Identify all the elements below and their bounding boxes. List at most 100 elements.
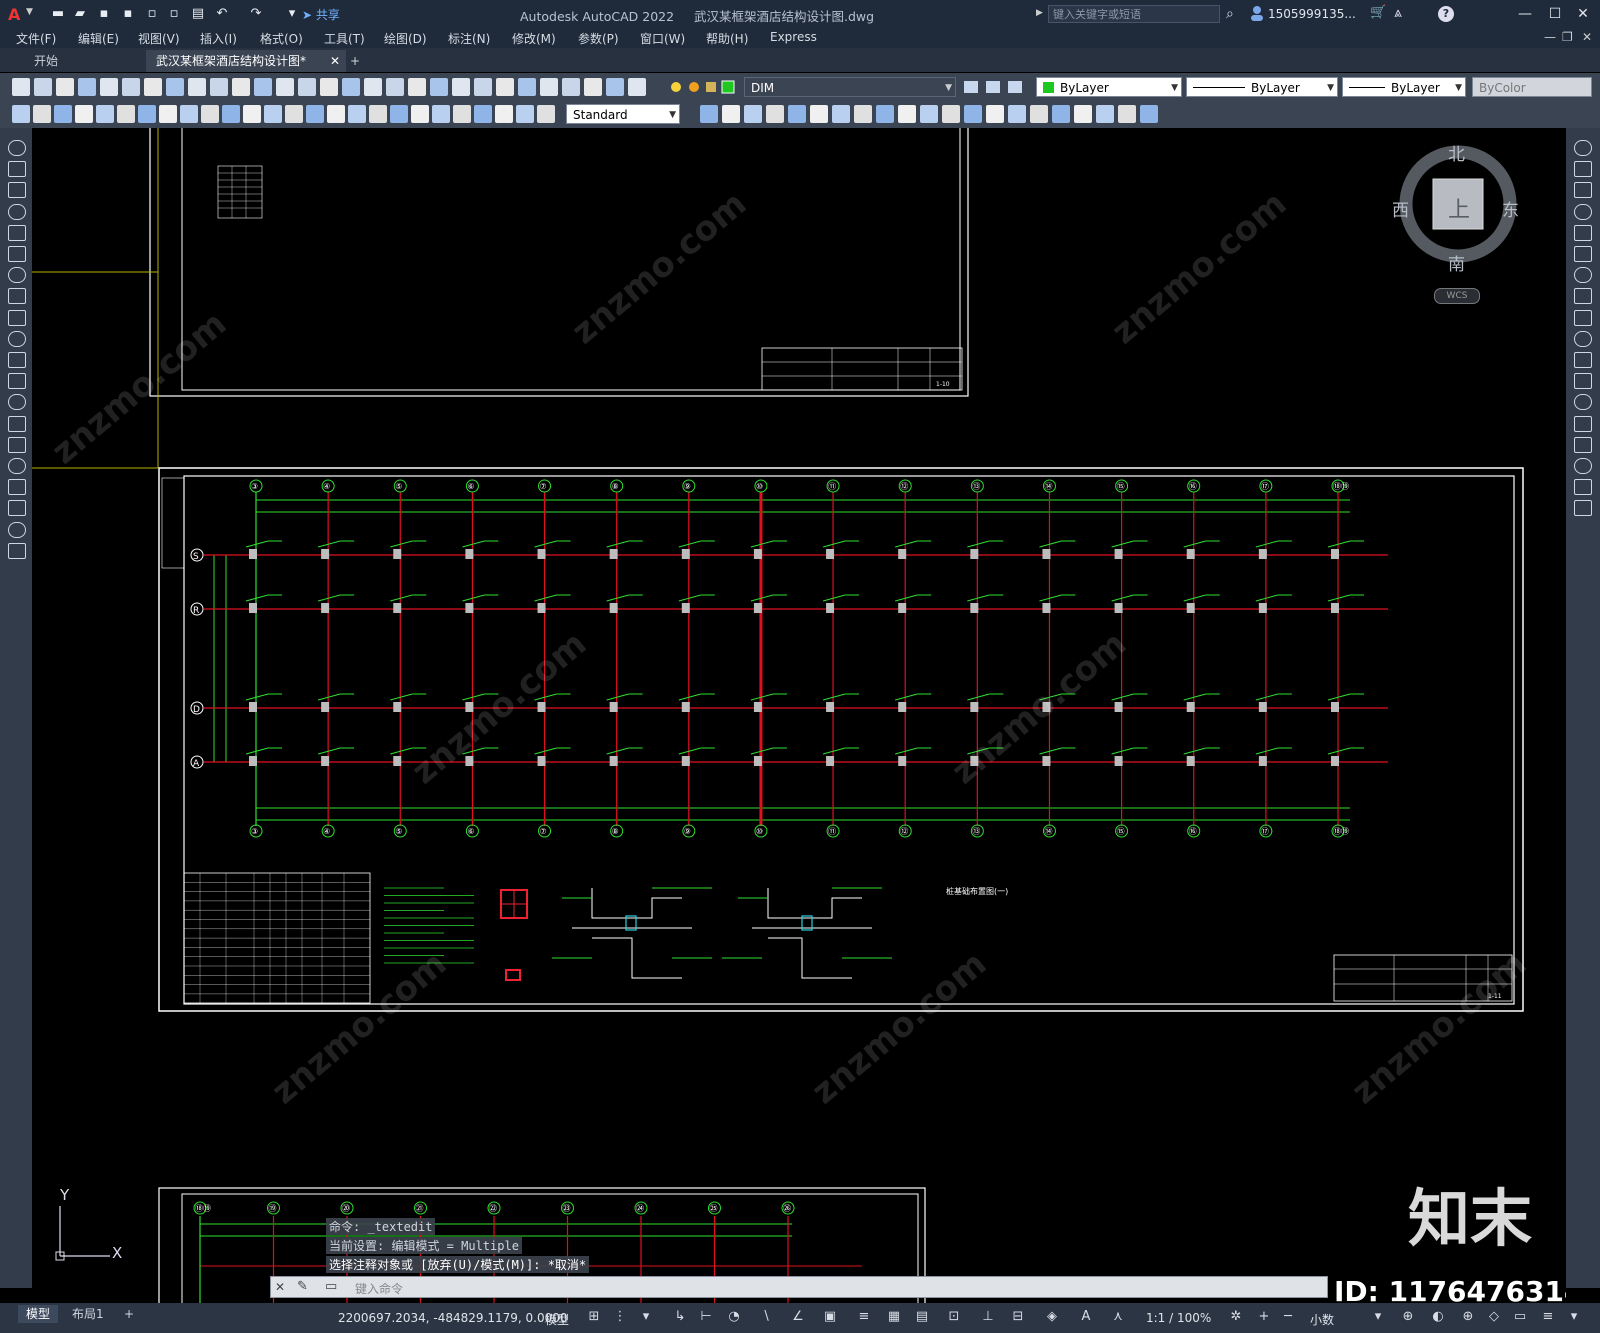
dimension-tool-icon[interactable] (986, 105, 1004, 123)
dimension-tool-icon[interactable] (474, 105, 492, 123)
standard-tool-icon[interactable] (342, 78, 360, 96)
status-toggle-icon[interactable]: ▾ (1566, 1309, 1582, 1325)
redo-icon[interactable]: ↷ (248, 6, 264, 22)
viewcube-south[interactable]: 南 (1448, 250, 1465, 275)
modify-tool-icon[interactable] (1574, 309, 1592, 326)
search-arrow[interactable]: ▶ (1036, 8, 1043, 18)
status-toggle-icon[interactable]: ⊕ (1400, 1309, 1416, 1325)
dimension-tool-icon[interactable] (369, 105, 387, 123)
standard-tool-icon[interactable] (78, 78, 96, 96)
coordinates-readout[interactable]: 2200697.2034, -484829.1179, 0.0000 (338, 1311, 568, 1325)
search-icon[interactable]: ⌕ (1226, 6, 1234, 22)
dimension-tool-icon[interactable] (348, 105, 366, 123)
dimension-tool-icon[interactable] (1052, 105, 1070, 123)
dimension-tool-icon[interactable] (453, 105, 471, 123)
menu-window[interactable]: 窗口(W) (640, 30, 685, 47)
viewcube-top[interactable]: 上 (1448, 192, 1470, 224)
standard-tool-icon[interactable] (430, 78, 448, 96)
modify-tool-icon[interactable] (1574, 182, 1592, 199)
draw-tool-icon[interactable] (8, 436, 26, 453)
undo-icon[interactable]: ↶ (214, 6, 230, 22)
dimension-tool-icon[interactable] (327, 105, 345, 123)
menu-insert[interactable]: 插入(I) (200, 30, 237, 47)
lineweight-dropdown[interactable]: ByLayer ▼ (1342, 77, 1466, 97)
modify-tool-icon[interactable] (1574, 415, 1592, 432)
dimension-tool-icon[interactable] (222, 105, 240, 123)
modify-tool-icon[interactable] (1574, 161, 1592, 178)
plot-icon[interactable]: ▤ (190, 6, 206, 22)
dimension-tool-icon[interactable] (159, 105, 177, 123)
standard-tool-icon[interactable] (628, 78, 646, 96)
layer-tools-icons[interactable] (962, 78, 1032, 96)
dimension-tool-icon[interactable] (537, 105, 555, 123)
status-toggle-icon[interactable]: ◐ (1430, 1309, 1446, 1325)
standard-tool-icon[interactable] (56, 78, 74, 96)
viewcube-east[interactable]: 东 (1502, 196, 1519, 221)
tab-close-icon[interactable]: ✕ (330, 50, 340, 72)
draw-tool-icon[interactable] (8, 309, 26, 326)
modify-tool-icon[interactable] (1574, 246, 1592, 262)
standard-tool-icon[interactable] (452, 78, 470, 96)
maximize-icon[interactable]: ☐ (1544, 4, 1566, 24)
new-icon[interactable]: ▬ (50, 6, 66, 22)
standard-tool-icon[interactable] (606, 78, 624, 96)
add-layout-button[interactable]: + (116, 1305, 142, 1323)
status-toggle-icon[interactable]: ▭ (1512, 1309, 1528, 1325)
status-toggle-icon[interactable]: + (1256, 1309, 1272, 1325)
standard-tool-icon[interactable] (100, 78, 118, 96)
open-web-icon[interactable]: ▫ (144, 6, 160, 22)
app-menu-arrow[interactable]: ▼ (26, 7, 33, 17)
standard-tool-icon[interactable] (320, 78, 338, 96)
dimstyle-dropdown[interactable]: Standard ▼ (566, 104, 680, 124)
tab-start[interactable]: 开始 (0, 50, 145, 72)
draw-tool-icon[interactable] (8, 500, 26, 517)
status-toggle-icon[interactable]: ∖ (758, 1309, 774, 1325)
standard-tool-icon[interactable] (166, 78, 184, 96)
menu-dimension[interactable]: 标注(N) (448, 30, 490, 47)
modify-tool-icon[interactable] (1574, 479, 1592, 496)
minimize-icon[interactable]: — (1514, 4, 1536, 24)
status-toggle-icon[interactable]: ▦ (886, 1309, 902, 1325)
dimension-tool-icon[interactable] (1074, 105, 1092, 123)
autocad-logo[interactable]: A (8, 5, 24, 24)
menu-express[interactable]: Express (770, 30, 817, 44)
dimension-tool-icon[interactable] (876, 105, 894, 123)
standard-tool-icon[interactable] (408, 78, 426, 96)
modify-tool-icon[interactable] (1574, 394, 1592, 411)
dimension-tool-icon[interactable] (180, 105, 198, 123)
status-toggle-icon[interactable]: ▾ (638, 1309, 654, 1325)
draw-tool-icon[interactable] (8, 479, 26, 496)
modify-tool-icon[interactable] (1574, 203, 1592, 220)
layer-state-icons[interactable] (668, 78, 740, 96)
autodesk-a360-icon[interactable]: ⩓ (1394, 5, 1402, 21)
cart-icon[interactable]: 🛒 (1370, 5, 1386, 20)
dimension-tool-icon[interactable] (516, 105, 534, 123)
modify-tool-icon[interactable] (1574, 330, 1592, 347)
user-icon[interactable] (1250, 5, 1263, 21)
status-toggle-icon[interactable]: ≡ (856, 1309, 872, 1325)
standard-tool-icon[interactable] (188, 78, 206, 96)
units-dropdown[interactable]: 小数 (1310, 1311, 1334, 1328)
standard-tool-icon[interactable] (144, 78, 162, 96)
share-button[interactable]: ➤ 共享 (302, 6, 340, 23)
dimension-tool-icon[interactable] (810, 105, 828, 123)
modify-tool-icon[interactable] (1574, 224, 1592, 241)
standard-tool-icon[interactable] (254, 78, 272, 96)
status-toggle-icon[interactable]: ⊢ (698, 1309, 714, 1325)
draw-tool-icon[interactable] (8, 224, 26, 241)
viewcube-north[interactable]: 北 (1448, 140, 1465, 165)
dimension-tool-icon[interactable] (920, 105, 938, 123)
dimension-tool-icon[interactable] (788, 105, 806, 123)
modify-tool-icon[interactable] (1574, 288, 1592, 305)
modify-tool-icon[interactable] (1574, 458, 1592, 474)
command-recent-icon[interactable]: ▭ (325, 1279, 337, 1294)
dimension-tool-icon[interactable] (264, 105, 282, 123)
dimension-tool-icon[interactable] (1118, 105, 1136, 123)
menu-modify[interactable]: 修改(M) (512, 30, 556, 47)
draw-tool-icon[interactable] (8, 267, 26, 284)
dimension-tool-icon[interactable] (766, 105, 784, 123)
menu-draw[interactable]: 绘图(D) (384, 30, 427, 47)
standard-tool-icon[interactable] (232, 78, 250, 96)
close-icon[interactable]: ✕ (1572, 4, 1594, 24)
status-toggle-icon[interactable]: A (1078, 1309, 1094, 1325)
